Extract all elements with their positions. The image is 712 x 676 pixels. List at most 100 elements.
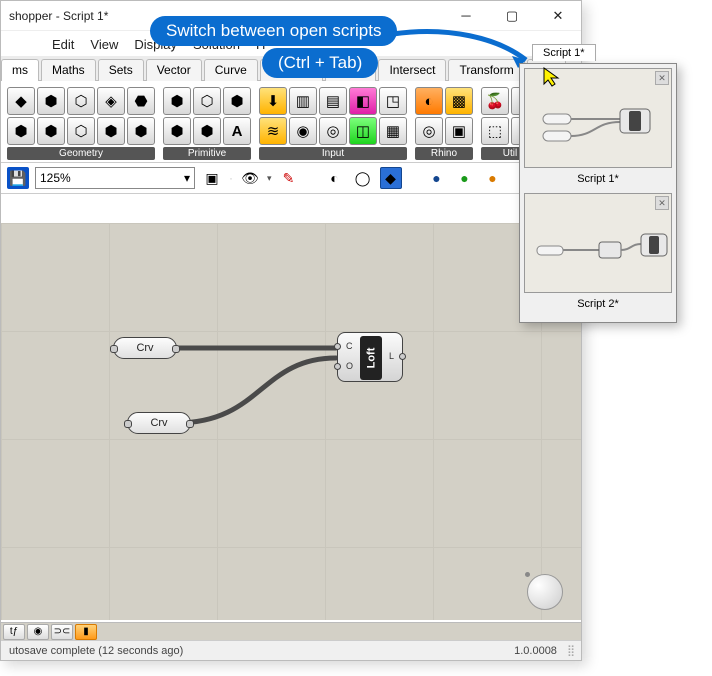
thumb-preview [525,69,671,167]
ribbon: ◆ ⬢ ⬡ ◈ ⬣ ⬢ ⬢ ⬡ ⬢ ⬢ Geometry ⬢ [1,81,581,163]
group-label: Input [259,147,407,160]
group-label: Primitive [163,147,251,160]
canvas[interactable]: Crv Crv Loft C O L [1,223,581,620]
menu-edit[interactable]: Edit [46,35,80,54]
save-button[interactable]: 💾 [7,167,29,189]
bb-filter[interactable]: tƒ [3,624,25,640]
wire-button[interactable]: ◯ [352,167,374,189]
loft-input-c: C [346,341,353,351]
sketch-button[interactable]: ✎ [278,167,300,189]
group-input: ⬇ ▥ ▤ ◧ ◳ ≋ ◉ ◎ ◫ ▦ Input [259,87,407,160]
zoom-extents-button[interactable]: ▣ [201,167,223,189]
rhino-icon[interactable]: ▩ [445,87,473,115]
material-button[interactable]: ● [426,167,448,189]
prim-icon[interactable]: ⬢ [163,87,191,115]
zoom-value: 125% [40,171,71,185]
geom-icon[interactable]: ⬢ [37,87,65,115]
status-left: utosave complete (12 seconds ago) [9,645,183,657]
loft-core: Loft [360,336,382,380]
close-button[interactable]: ✕ [535,1,581,31]
scripts-popup: Script 1* ✕ Script 1* ✕ Script 2* [519,63,677,323]
input-icon[interactable]: ◧ [349,87,377,115]
main-window: shopper - Script 1* ─ ▢ ✕ Edit View Disp… [0,0,582,661]
param-label: Crv [136,342,153,354]
rhino-icon[interactable]: ◎ [415,117,443,145]
tab-curve[interactable]: Curve [204,59,258,81]
input-icon[interactable]: ◳ [379,87,407,115]
script-thumb-1[interactable]: ✕ [524,68,672,168]
zoom-select[interactable]: 125% ▾ [35,167,195,189]
loft-output-l: L [389,351,394,361]
wires [1,223,581,620]
geom-icon[interactable]: ⬡ [67,117,95,145]
tab-params[interactable]: ms [1,59,39,81]
tab-sets[interactable]: Sets [98,59,144,81]
popup-header[interactable]: Script 1* [532,44,596,61]
geom-icon[interactable]: ⬡ [67,87,95,115]
group-primitive: ⬢ ⬡ ⬢ ⬢ ⬢ A Primitive [163,87,251,160]
shade-button[interactable]: ◐ [324,167,346,189]
prim-icon[interactable]: ⬢ [223,87,251,115]
input-icon[interactable]: ⬇ [259,87,287,115]
tab-maths[interactable]: Maths [41,59,96,81]
script-thumb-2[interactable]: ✕ [524,193,672,293]
param-crv-1[interactable]: Crv [113,337,177,359]
input-icon[interactable]: ≋ [259,117,287,145]
canvas-compass[interactable] [527,574,563,610]
input-icon[interactable]: ◎ [319,117,347,145]
preview-button[interactable]: 👁 [239,167,261,189]
input-icon[interactable]: ▤ [319,87,347,115]
script-label-1: Script 1* [524,170,672,193]
tab-intersect[interactable]: Intersect [378,59,446,81]
script-label-2: Script 2* [524,295,672,318]
rhino-icon[interactable]: ◐ [415,87,443,115]
close-icon[interactable]: ✕ [655,71,669,85]
port-in[interactable] [334,363,341,370]
geom-icon[interactable]: ⬢ [37,117,65,145]
geom-icon[interactable]: ◆ [7,87,35,115]
group-geometry: ◆ ⬢ ⬡ ◈ ⬣ ⬢ ⬢ ⬡ ⬢ ⬢ Geometry [7,87,155,160]
bb-curve[interactable]: ⊃⊂ [51,624,73,640]
util-icon[interactable]: ⬚ [481,117,509,145]
minimize-button[interactable]: ─ [443,1,489,31]
component-loft[interactable]: Loft C O L [337,332,403,382]
geom-icon[interactable]: ⬢ [97,117,125,145]
prim-icon[interactable]: ⬡ [193,87,221,115]
bb-highlight[interactable]: ▮ [75,624,97,640]
material-button[interactable]: ● [482,167,504,189]
input-icon[interactable]: ◉ [289,117,317,145]
input-icon[interactable]: ◫ [349,117,377,145]
param-crv-2[interactable]: Crv [127,412,191,434]
group-label: Rhino [415,147,473,160]
tab-transform[interactable]: Transform [448,59,524,81]
menu-view[interactable]: View [84,35,124,54]
render-button[interactable]: ◆ [380,167,402,189]
prim-icon[interactable]: A [223,117,251,145]
rhino-icon[interactable]: ▣ [445,117,473,145]
bottom-toolbar: tƒ ◉ ⊃⊂ ▮ [1,622,581,640]
input-icon[interactable]: ▦ [379,117,407,145]
geom-icon[interactable]: ◈ [97,87,125,115]
prim-icon[interactable]: ⬢ [163,117,191,145]
geom-icon[interactable]: ⬢ [127,117,155,145]
group-label: Geometry [7,147,155,160]
port-out[interactable] [399,353,406,360]
statusbar: utosave complete (12 seconds ago) 1.0.00… [1,640,581,660]
port-in[interactable] [334,343,341,350]
callout-line2: (Ctrl + Tab) [262,48,378,78]
material-button[interactable]: ● [454,167,476,189]
group-rhino: ◐ ▩ ◎ ▣ Rhino [415,87,473,160]
bb-point[interactable]: ◉ [27,624,49,640]
prim-icon[interactable]: ⬢ [193,117,221,145]
maximize-button[interactable]: ▢ [489,1,535,31]
geom-icon[interactable]: ⬣ [127,87,155,115]
resize-grip[interactable]: ⣿ [567,644,573,657]
util-icon[interactable]: 🍒 [481,87,509,115]
secondary-toolbar: 💾 125% ▾ ▣ · 👁 ▾ ✎ ◐ ◯ ◆ ● ● ● [1,163,581,194]
loft-input-o: O [346,361,353,371]
input-icon[interactable]: ▥ [289,87,317,115]
close-icon[interactable]: ✕ [655,196,669,210]
chevron-down-icon: ▾ [184,171,190,185]
geom-icon[interactable]: ⬢ [7,117,35,145]
tab-vector[interactable]: Vector [146,59,202,81]
